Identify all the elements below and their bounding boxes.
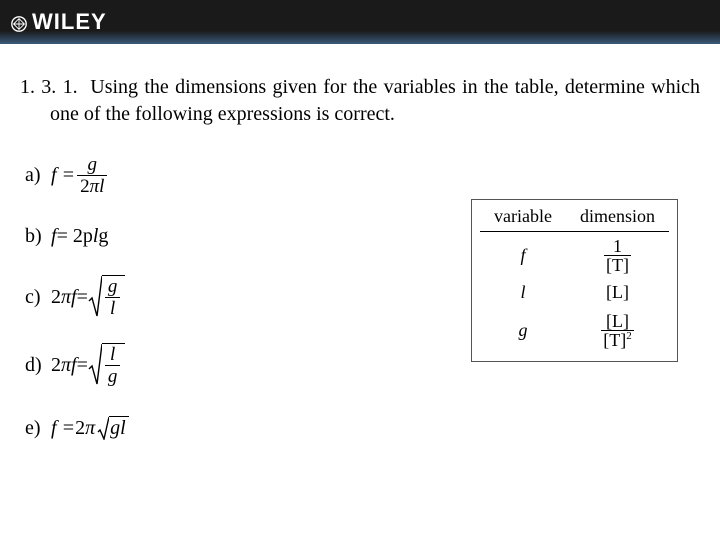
header-dimension: dimension xyxy=(566,204,669,232)
radical-icon xyxy=(97,416,109,440)
radicand: l g xyxy=(102,343,126,387)
dim-g: [L] [T]2 xyxy=(566,307,669,353)
dim-f: 1 [T] xyxy=(566,232,669,279)
lhs: f = xyxy=(51,164,75,187)
var-g: g xyxy=(480,307,566,353)
question-body: Using the dimensions given for the varia… xyxy=(50,76,700,125)
sqrt: g l xyxy=(88,275,126,319)
option-c-formula: 2πf = g l xyxy=(51,275,125,319)
fraction: l g xyxy=(105,344,121,387)
wiley-logo: WILEY xyxy=(10,9,107,35)
option-e: e) f = 2π gl xyxy=(25,411,700,445)
radicand: g l xyxy=(102,275,126,319)
question-number: 1. 3. 1. xyxy=(20,76,78,98)
table-row: g [L] [T]2 xyxy=(480,307,669,353)
var-l: l xyxy=(480,278,566,307)
option-label: d) xyxy=(25,354,51,377)
radical-icon xyxy=(88,343,102,385)
table-header-row: variable dimension xyxy=(480,204,669,232)
brand-text: WILEY xyxy=(32,9,107,35)
sqrt: gl xyxy=(97,416,129,440)
header-variable: variable xyxy=(480,204,566,232)
table-row: l [L] xyxy=(480,278,669,307)
numerator: g xyxy=(84,154,100,175)
option-label: c) xyxy=(25,286,51,309)
radical-icon xyxy=(88,275,102,317)
option-b-formula: f = 2plg xyxy=(51,225,108,248)
content-area: 1. 3. 1. Using the dimensions given for … xyxy=(0,44,720,445)
header-bar: WILEY xyxy=(0,0,720,44)
option-a: a) f = g 2πl xyxy=(25,154,700,197)
option-e-formula: f = 2π gl xyxy=(51,416,129,440)
option-d-formula: 2πf = l g xyxy=(51,343,125,387)
dimension-table: variable dimension f 1 [T] l [L] g xyxy=(471,199,678,362)
fraction: g 2πl xyxy=(77,154,107,197)
var-f: f xyxy=(480,232,566,279)
wiley-logo-icon xyxy=(10,13,28,31)
fraction: g l xyxy=(105,276,121,319)
sqrt: l g xyxy=(88,343,126,387)
option-a-formula: f = g 2πl xyxy=(51,154,109,197)
radicand: gl xyxy=(109,416,129,440)
option-label: a) xyxy=(25,164,51,187)
question-text: 1. 3. 1. Using the dimensions given for … xyxy=(20,74,700,128)
table-row: f 1 [T] xyxy=(480,232,669,279)
option-label: e) xyxy=(25,417,51,440)
denominator: 2πl xyxy=(77,176,107,197)
option-label: b) xyxy=(25,225,51,248)
dim-l: [L] xyxy=(566,278,669,307)
